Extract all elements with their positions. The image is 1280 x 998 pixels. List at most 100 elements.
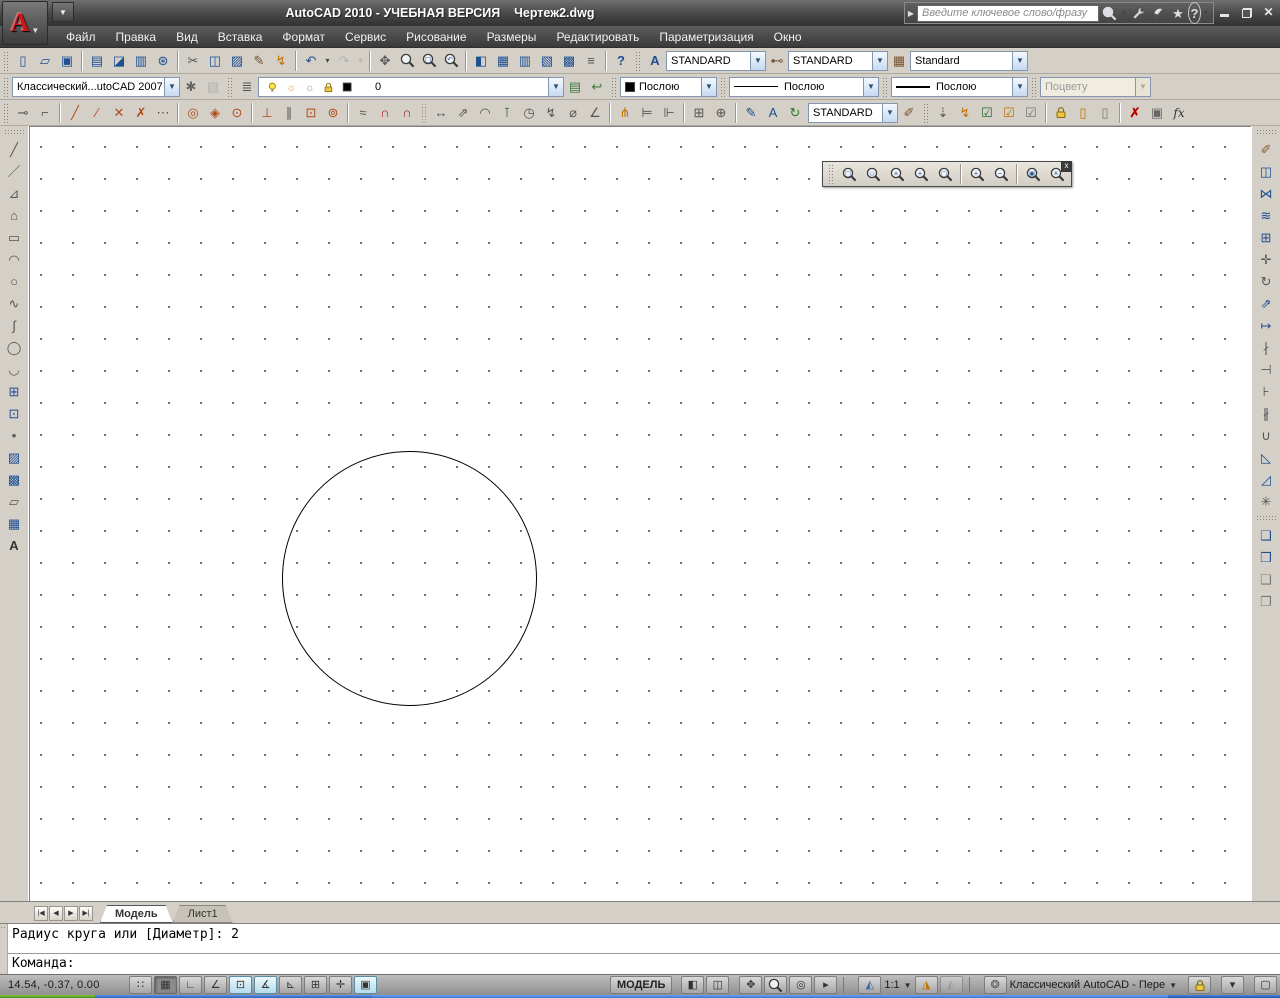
toolbar-grip[interactable] bbox=[923, 102, 929, 123]
open-icon[interactable]: ▱ bbox=[34, 50, 56, 72]
chevron-down-icon[interactable]: ▼ bbox=[750, 51, 765, 70]
osnap-toggle[interactable]: ⊡ bbox=[229, 976, 252, 994]
dim-diameter-icon[interactable]: ⌀ bbox=[562, 102, 584, 124]
zoom-previous-icon[interactable]: ↶ bbox=[440, 50, 462, 72]
dim-angular-icon[interactable]: ∠ bbox=[584, 102, 606, 124]
rotate-icon[interactable]: ↻ bbox=[1255, 270, 1277, 292]
layer-lock-icon[interactable] bbox=[319, 78, 338, 96]
snap-extension-icon[interactable]: ⋯ bbox=[152, 102, 174, 124]
snap-endpoint-icon[interactable]: ╱ bbox=[64, 102, 86, 124]
annotation-scale-icon[interactable]: ◭ bbox=[858, 976, 882, 994]
undo-icon[interactable]: ↶ bbox=[300, 50, 322, 72]
bring-above-objects-icon[interactable]: ❑ bbox=[1255, 568, 1277, 590]
linetype-combo[interactable]: Послою ▼ bbox=[729, 76, 879, 97]
workspace-combo[interactable]: Классический...utoCAD 2007 ▼ bbox=[12, 76, 180, 97]
menu-tools[interactable]: Сервис bbox=[335, 28, 396, 46]
toolbar-grip[interactable] bbox=[611, 76, 617, 97]
chevron-down-icon[interactable]: ▼ bbox=[548, 77, 563, 96]
chevron-down-icon[interactable]: ▼ bbox=[701, 77, 716, 96]
quickview-layouts-icon[interactable]: ◧ bbox=[681, 976, 705, 994]
chevron-down-icon[interactable]: ▼ bbox=[872, 51, 887, 70]
snap-center-icon[interactable]: ◎ bbox=[182, 102, 204, 124]
command-prompt-line[interactable]: Команда: bbox=[8, 954, 1280, 974]
dim-update-icon[interactable]: ↻ bbox=[784, 102, 806, 124]
subscription-center-icon[interactable] bbox=[1128, 2, 1148, 24]
table-style-combo[interactable]: Standard ▼ bbox=[910, 50, 1028, 71]
otrack-toggle[interactable]: ∡ bbox=[254, 976, 277, 994]
dim-radius-icon[interactable]: ◷ bbox=[518, 102, 540, 124]
toolbar-grip[interactable] bbox=[1031, 76, 1037, 97]
zoom-object-icon[interactable]: ▢ bbox=[933, 163, 957, 185]
dim-style-apply-icon[interactable]: ✐ bbox=[898, 102, 920, 124]
snap-tangent-icon[interactable]: ⊙ bbox=[226, 102, 248, 124]
ui-lock-icon[interactable] bbox=[1188, 976, 1211, 994]
communication-center-icon[interactable] bbox=[1148, 2, 1168, 24]
break-icon[interactable]: ∦ bbox=[1255, 402, 1277, 424]
sheetset-manager-icon[interactable]: ▧ bbox=[536, 50, 558, 72]
zoom-window-icon[interactable]: □ bbox=[837, 163, 861, 185]
toolbar-grip[interactable] bbox=[227, 76, 233, 97]
designcenter-icon[interactable]: ▦ bbox=[492, 50, 514, 72]
snap-toggle[interactable]: ∷ bbox=[129, 976, 152, 994]
quick-access-caret-button[interactable]: ▼ bbox=[52, 2, 74, 22]
drawing-canvas[interactable]: □ ◇ × + ▢ + − ▣ ✳ x bbox=[29, 126, 1251, 901]
snap-apparent-intersection-icon[interactable]: ✗ bbox=[130, 102, 152, 124]
toolbar-grip[interactable] bbox=[1256, 515, 1276, 521]
text-style-icon[interactable]: A bbox=[644, 50, 666, 72]
send-to-back-icon[interactable]: ❒ bbox=[1255, 546, 1277, 568]
dim-style-combo[interactable]: STANDARD ▼ bbox=[788, 50, 888, 71]
rectangle-icon[interactable]: ▭ bbox=[3, 226, 25, 248]
tolerance-icon[interactable]: ⊞ bbox=[688, 102, 710, 124]
snap-quadrant-icon[interactable]: ◈ bbox=[204, 102, 226, 124]
menu-insert[interactable]: Вставка bbox=[208, 28, 273, 46]
tray-caret-icon[interactable]: ▾ bbox=[1221, 976, 1244, 994]
osnap-settings-icon[interactable]: ∩ bbox=[396, 102, 418, 124]
snap-node-icon[interactable]: ⊚ bbox=[322, 102, 344, 124]
zoom-scale-icon[interactable]: × bbox=[885, 163, 909, 185]
workspace-switch-label[interactable]: Классический AutoCAD - Пере bbox=[1010, 979, 1165, 991]
center-mark-icon[interactable]: ⊕ bbox=[710, 102, 732, 124]
arc-icon[interactable]: ◠ bbox=[3, 248, 25, 270]
snap-perpendicular-icon[interactable]: ⊥ bbox=[256, 102, 278, 124]
tab-model[interactable]: Модель bbox=[100, 905, 173, 923]
show-constraints-icon[interactable]: ☑ bbox=[998, 102, 1020, 124]
snap-from-icon[interactable]: ⌐ bbox=[34, 102, 56, 124]
dimension-style-combo[interactable]: STANDARD ▼ bbox=[808, 102, 898, 123]
snap-insertion-icon[interactable]: ⊡ bbox=[300, 102, 322, 124]
layer-combo[interactable]: ☼ ☼ 0 ▼ bbox=[258, 76, 564, 97]
circle-icon[interactable]: ○ bbox=[3, 270, 25, 292]
chevron-down-icon[interactable]: ▼ bbox=[1169, 981, 1177, 990]
toolbar-grip[interactable] bbox=[421, 102, 427, 123]
infer-constraints-icon[interactable]: ⇣ bbox=[932, 102, 954, 124]
polyline-icon[interactable]: ⊿ bbox=[3, 182, 25, 204]
dim-arc-length-icon[interactable]: ◠ bbox=[474, 102, 496, 124]
help-icon[interactable]: ? bbox=[1188, 2, 1201, 24]
hatch-icon[interactable]: ▨ bbox=[3, 446, 25, 468]
dim-style-icon[interactable]: ⊷ bbox=[766, 50, 788, 72]
snap-nearest-icon[interactable]: ≈ bbox=[352, 102, 374, 124]
menu-dimension[interactable]: Размеры bbox=[477, 28, 547, 46]
stretch-icon[interactable]: ↦ bbox=[1255, 314, 1277, 336]
dimensional-constraint-icon[interactable]: ▯ bbox=[1072, 102, 1094, 124]
help-icon[interactable]: ? bbox=[610, 50, 632, 72]
tool-palettes-icon[interactable]: ▥ bbox=[514, 50, 536, 72]
toolbar-grip[interactable] bbox=[4, 129, 24, 135]
ortho-toggle[interactable]: ∟ bbox=[179, 976, 202, 994]
restore-button[interactable] bbox=[1239, 5, 1254, 18]
toolbar-grip[interactable] bbox=[635, 50, 641, 71]
constraint-settings-icon[interactable]: ▣ bbox=[1146, 102, 1168, 124]
erase-icon[interactable]: ✐ bbox=[1255, 138, 1277, 160]
menu-parametric[interactable]: Параметризация bbox=[649, 28, 763, 46]
color-combo[interactable]: Послою ▼ bbox=[620, 76, 717, 97]
break-at-point-icon[interactable]: ⊦ bbox=[1255, 380, 1277, 402]
polar-toggle[interactable]: ∠ bbox=[204, 976, 227, 994]
search-caret-icon[interactable]: ▾ bbox=[1119, 2, 1128, 24]
workspace-gear-icon[interactable]: ❂ bbox=[983, 976, 1007, 994]
toolbar-grip[interactable] bbox=[3, 50, 9, 71]
table-style-icon[interactable]: ▦ bbox=[888, 50, 910, 72]
workspace-switch-group[interactable]: ❂ Классический AutoCAD - Пере ▼ bbox=[983, 976, 1179, 994]
dim-aligned-icon[interactable]: ⇗ bbox=[452, 102, 474, 124]
dim-ordinate-icon[interactable]: ⊺ bbox=[496, 102, 518, 124]
table-icon[interactable]: ▦ bbox=[3, 512, 25, 534]
layer-on-bulb-icon[interactable] bbox=[263, 78, 282, 96]
